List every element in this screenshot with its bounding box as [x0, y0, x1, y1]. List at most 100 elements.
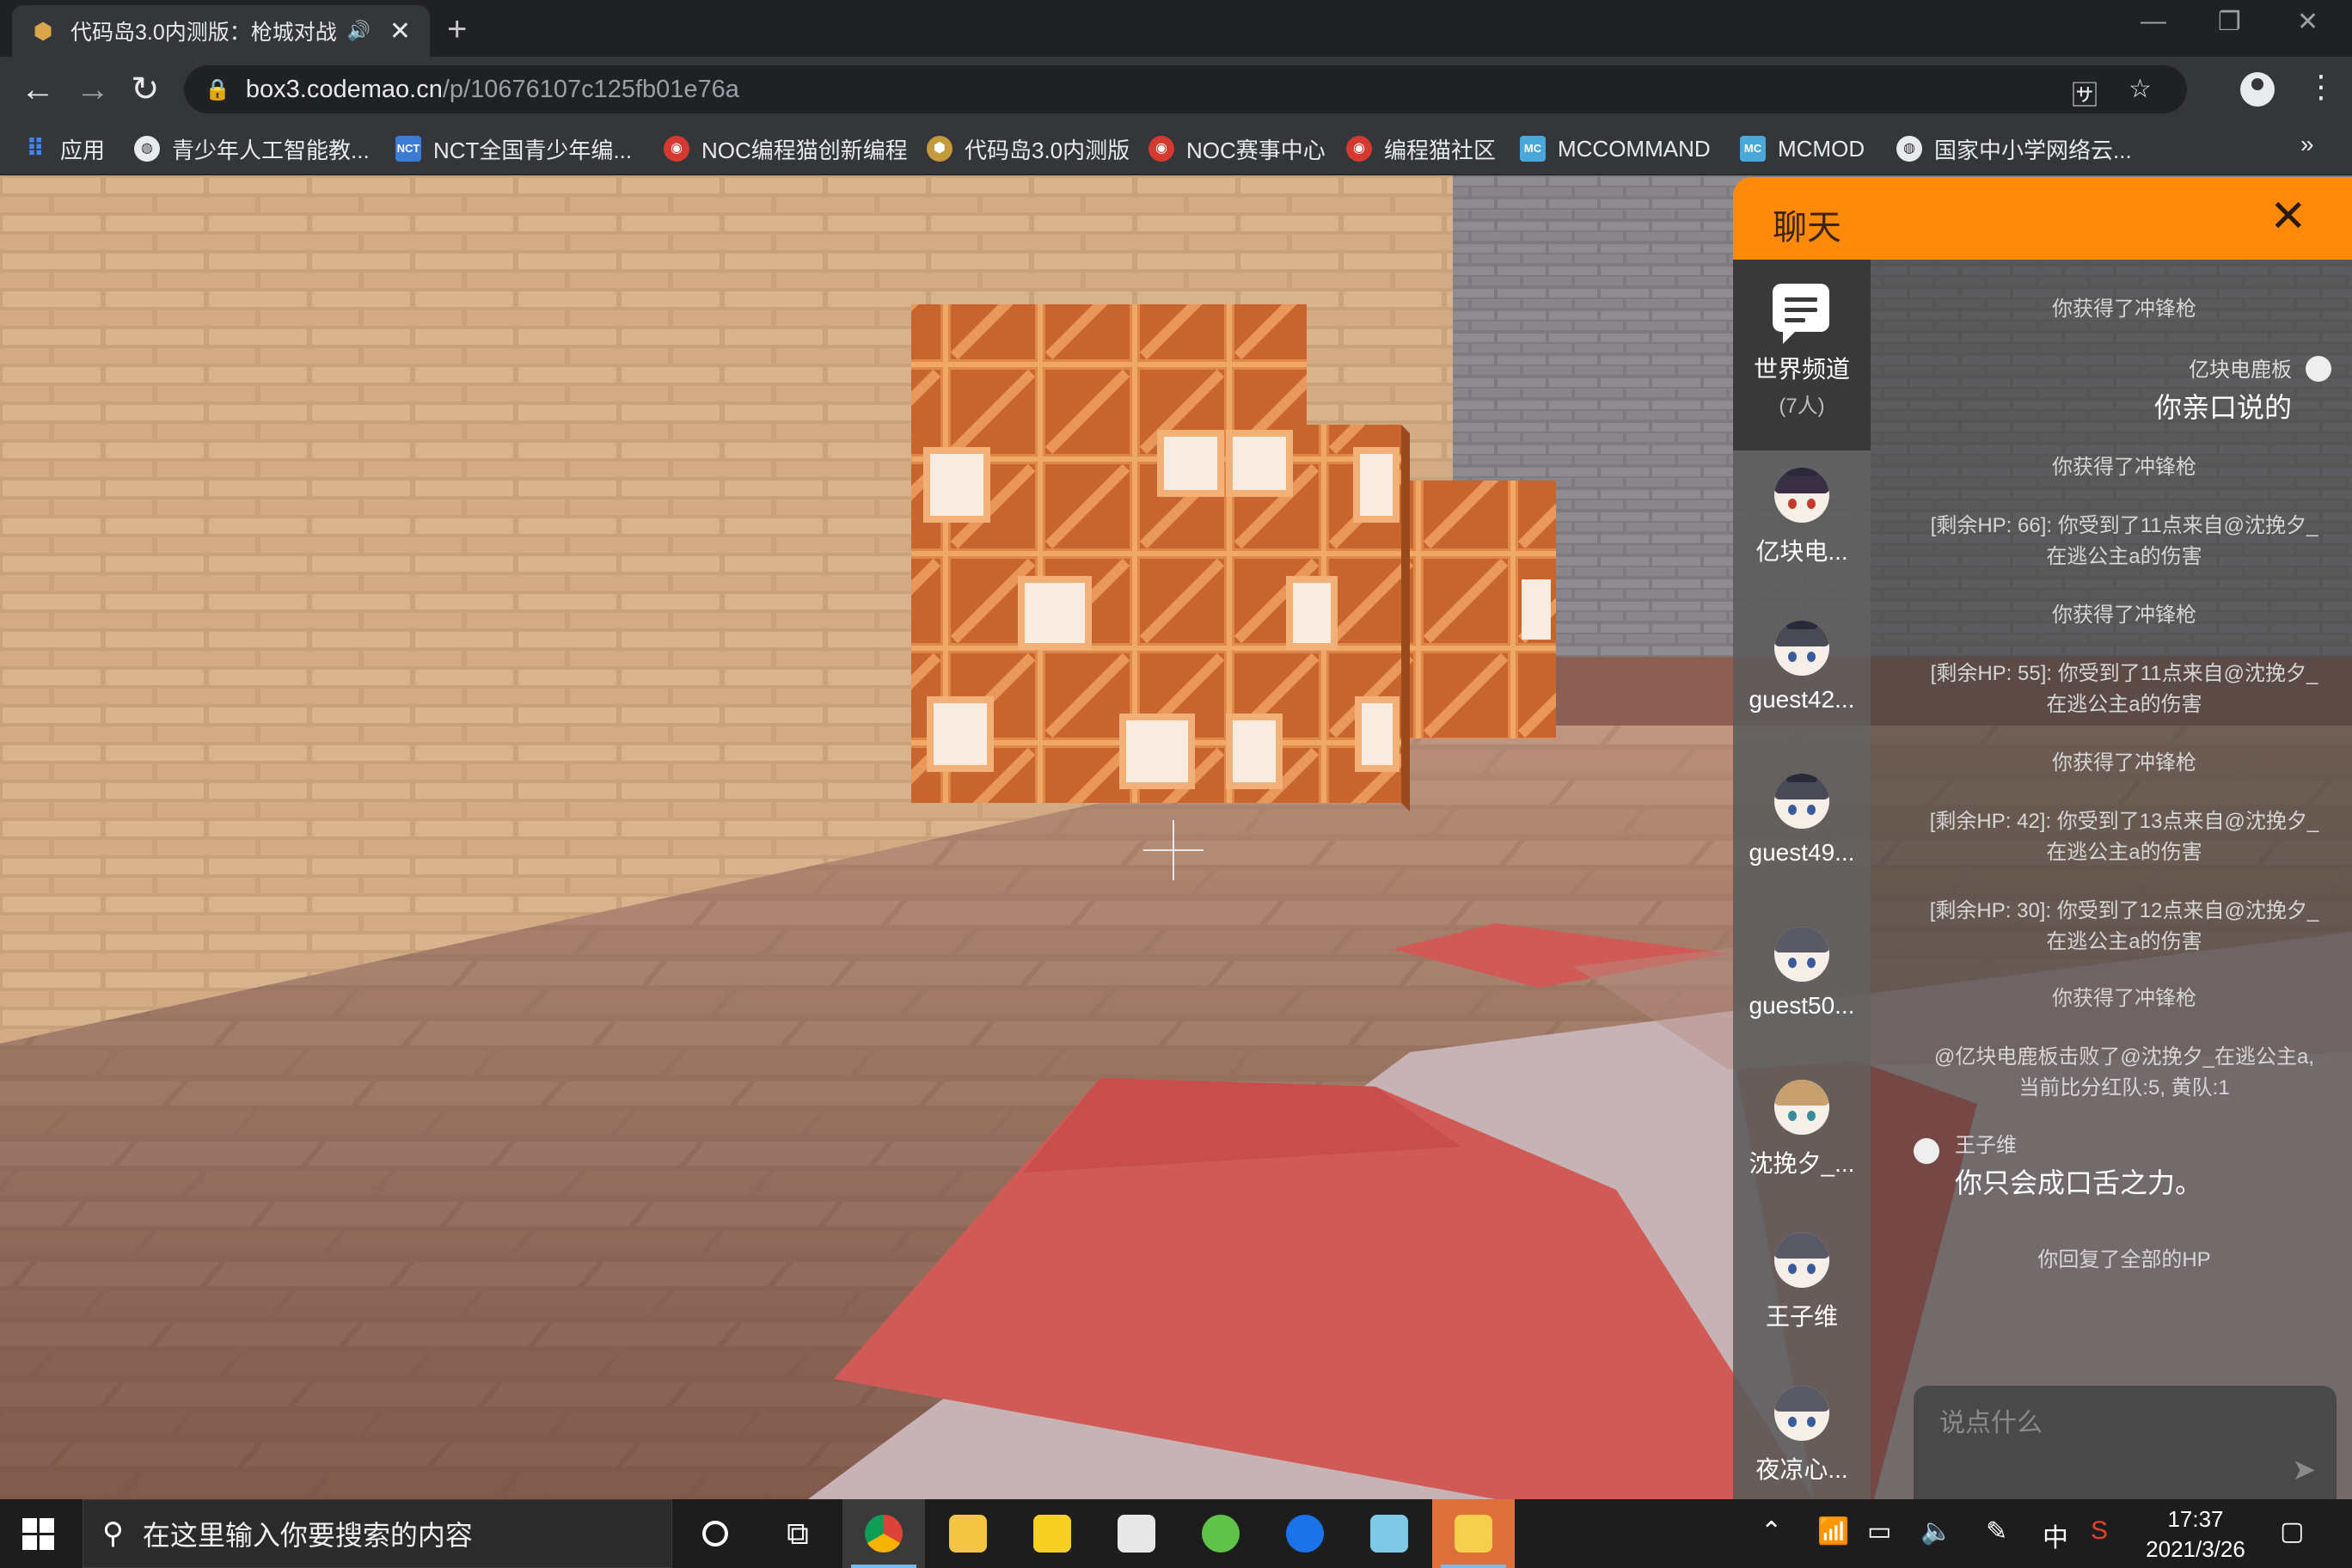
- bookmark-noc-events[interactable]: ◉ NOC赛事中心: [1148, 132, 1326, 165]
- bookmarks-overflow-icon[interactable]: »: [2300, 131, 2314, 158]
- bookmark-ai-education[interactable]: ◍ 青少年人工智能教...: [134, 132, 370, 165]
- address-bar[interactable]: 🔒 box3.codemao.cn /p/10676107c125fb01e76…: [184, 65, 2187, 113]
- member-name: 王子维: [1765, 1303, 1838, 1330]
- paint-app-icon[interactable]: [1432, 1499, 1515, 1568]
- member-name: 沈挽夕_...: [1749, 1150, 1855, 1177]
- bookmark-codemao-community[interactable]: ◉ 编程猫社区: [1346, 132, 1496, 165]
- pen-icon[interactable]: ✎: [1986, 1516, 2007, 1547]
- bookmarks-bar: ⠿ 应用 ◍ 青少年人工智能教... NCT NCT全国青少年编... ◉ NO…: [0, 122, 2352, 175]
- taskbar-search[interactable]: ⚲ 在这里输入你要搜索的内容: [83, 1499, 672, 1568]
- message-text: 你亲口说的: [2153, 392, 2292, 423]
- speaker-icon[interactable]: 🔊: [346, 20, 370, 42]
- task-view-icon[interactable]: ⧉: [756, 1499, 839, 1568]
- cortana-icon[interactable]: [674, 1499, 756, 1568]
- translate-icon[interactable]: 🈂: [2072, 74, 2098, 112]
- menu-dots-icon[interactable]: ⋮: [2306, 69, 2337, 105]
- show-hidden-icons-icon[interactable]: ⌃: [1761, 1516, 1782, 1547]
- sogou-app-icon[interactable]: [1264, 1499, 1346, 1568]
- system-message: 你获得了冲锋枪: [2052, 603, 2196, 627]
- chat-title: 聊天: [1773, 209, 1841, 247]
- notebook-app-icon[interactable]: [1348, 1499, 1430, 1568]
- member-item[interactable]: 沈挽夕_...: [1733, 1068, 1871, 1221]
- codemao-icon: ◉: [1346, 136, 1372, 162]
- avatar: [2306, 356, 2331, 382]
- codemao-icon: ◉: [664, 136, 689, 162]
- bookmark-noc-codemao[interactable]: ◉ NOC编程猫创新编程: [664, 132, 908, 165]
- bookmark-box3[interactable]: ⬢ 代码岛3.0内测版: [927, 132, 1130, 165]
- send-icon[interactable]: ➤: [2292, 1453, 2317, 1487]
- system-message: [剩余HP: 55]: 你受到了11点来自@沈挽夕_在逃公主a的伤害: [1930, 662, 2318, 716]
- member-name: guest42...: [1749, 686, 1855, 713]
- crosshair: [1143, 820, 1204, 880]
- chat-bubble-icon: [1773, 284, 1829, 344]
- bookmark-star-icon[interactable]: ☆: [2128, 74, 2152, 104]
- tab-close-icon[interactable]: ✕: [389, 16, 411, 46]
- restore-icon[interactable]: ❐: [2218, 7, 2241, 37]
- member-item[interactable]: guest49...: [1733, 762, 1871, 915]
- message-username: 王子维: [1955, 1134, 2017, 1157]
- file-explorer-icon[interactable]: [927, 1499, 1009, 1568]
- system-message: 你获得了冲锋枪: [2052, 297, 2196, 321]
- clock-date: 2021/3/26: [2146, 1536, 2245, 1562]
- forward-icon[interactable]: →: [76, 70, 110, 108]
- volume-icon[interactable]: 🔈: [1920, 1516, 1952, 1547]
- chat-close-icon[interactable]: ✕: [2269, 193, 2307, 241]
- reload-icon[interactable]: ↻: [131, 70, 160, 108]
- chat-member-list: 世界频道 (7人) 亿块电... guest42... guest49... g…: [1733, 260, 1871, 1499]
- member-item[interactable]: guest50...: [1733, 915, 1871, 1068]
- bookmark-apps[interactable]: ⠿ 应用: [22, 132, 105, 165]
- member-name: guest49...: [1749, 839, 1855, 866]
- ime-indicator[interactable]: 中: [2043, 1516, 2068, 1554]
- chat-panel: 聊天 ✕ 世界频道 (7人) 亿块电... guest42... guest49…: [1733, 177, 2352, 1554]
- avatar: [1914, 1138, 1939, 1164]
- globe-app-icon[interactable]: [1179, 1499, 1262, 1568]
- mc-icon: MC: [1740, 136, 1766, 162]
- bookmark-mcmod[interactable]: MC MCMOD: [1740, 132, 1865, 165]
- maps-app-icon[interactable]: [1011, 1499, 1093, 1568]
- member-name: 亿块电...: [1755, 538, 1848, 565]
- message-username: 亿块电鹿板: [2189, 358, 2292, 382]
- back-icon[interactable]: ←: [21, 70, 55, 108]
- member-name: 夜凉心...: [1755, 1456, 1848, 1483]
- network-icon[interactable]: 📶: [1817, 1516, 1849, 1547]
- bookmark-nct[interactable]: NCT NCT全国青少年编...: [395, 132, 632, 165]
- bookmark-mccommand[interactable]: MC MCCOMMAND: [1520, 132, 1711, 165]
- notification-center-icon[interactable]: ▢: [2280, 1516, 2304, 1547]
- url-path: /p/10676107c125fb01e76a: [442, 75, 739, 103]
- mc-icon: MC: [1520, 136, 1546, 162]
- avatar: [1774, 927, 1829, 982]
- box3-favicon-icon: ⬢: [33, 18, 53, 44]
- tab-title: 代码岛3.0内测版：枪城对战: [70, 21, 337, 45]
- bookmark-national-cloud[interactable]: ◍ 国家中小学网络云...: [1896, 132, 2132, 165]
- taskbar-search-placeholder: 在这里输入你要搜索的内容: [142, 1520, 473, 1551]
- member-item[interactable]: guest42...: [1733, 609, 1871, 762]
- member-name: guest50...: [1749, 992, 1855, 1019]
- member-item[interactable]: 王子维: [1733, 1221, 1871, 1374]
- nct-icon: NCT: [395, 136, 421, 162]
- system-message: [剩余HP: 66]: 你受到了11点来自@沈挽夕_在逃公主a的伤害: [1930, 514, 2318, 568]
- sogou-ime-icon[interactable]: S: [2091, 1516, 2108, 1546]
- avatar: [1774, 1233, 1829, 1288]
- chat-messages: 你获得了冲锋枪 亿块电鹿板 你亲口说的 你获得了冲锋枪 [剩余HP: 66]: …: [1871, 260, 2352, 1554]
- chat-header: 聊天 ✕: [1733, 177, 2352, 260]
- window-close-icon[interactable]: ✕: [2297, 7, 2318, 37]
- windows-start-icon[interactable]: [22, 1518, 55, 1551]
- system-message: 你获得了冲锋枪: [2052, 751, 2196, 775]
- codemao-icon: ◉: [1148, 136, 1174, 162]
- lock-icon[interactable]: 🔒: [205, 77, 230, 102]
- minimize-icon[interactable]: —: [2141, 7, 2166, 36]
- system-message: @亿块电鹿板击败了@沈挽夕_在逃公主a, 当前比分红队:5, 黄队:1: [1933, 1045, 2315, 1099]
- channel-name: 世界频道: [1753, 356, 1850, 383]
- battery-icon[interactable]: ▭: [1867, 1516, 1891, 1547]
- document-app-icon[interactable]: [1095, 1499, 1178, 1568]
- system-message: 你获得了冲锋枪: [2052, 456, 2196, 479]
- user-message: 王子维 你只会成口舌之力。: [1955, 1128, 2202, 1201]
- chrome-taskbar-icon[interactable]: [842, 1499, 925, 1568]
- globe-icon: ◍: [134, 136, 160, 162]
- new-tab-button[interactable]: +: [447, 10, 467, 49]
- browser-tab[interactable]: ⬢ 代码岛3.0内测版：枪城对战 🔊 ✕: [12, 5, 430, 57]
- taskbar-clock[interactable]: 17:37 2021/3/26: [2135, 1504, 2256, 1565]
- member-item[interactable]: 亿块电...: [1733, 456, 1871, 609]
- profile-avatar-icon[interactable]: [2240, 72, 2275, 107]
- channel-world[interactable]: 世界频道 (7人): [1733, 260, 1871, 450]
